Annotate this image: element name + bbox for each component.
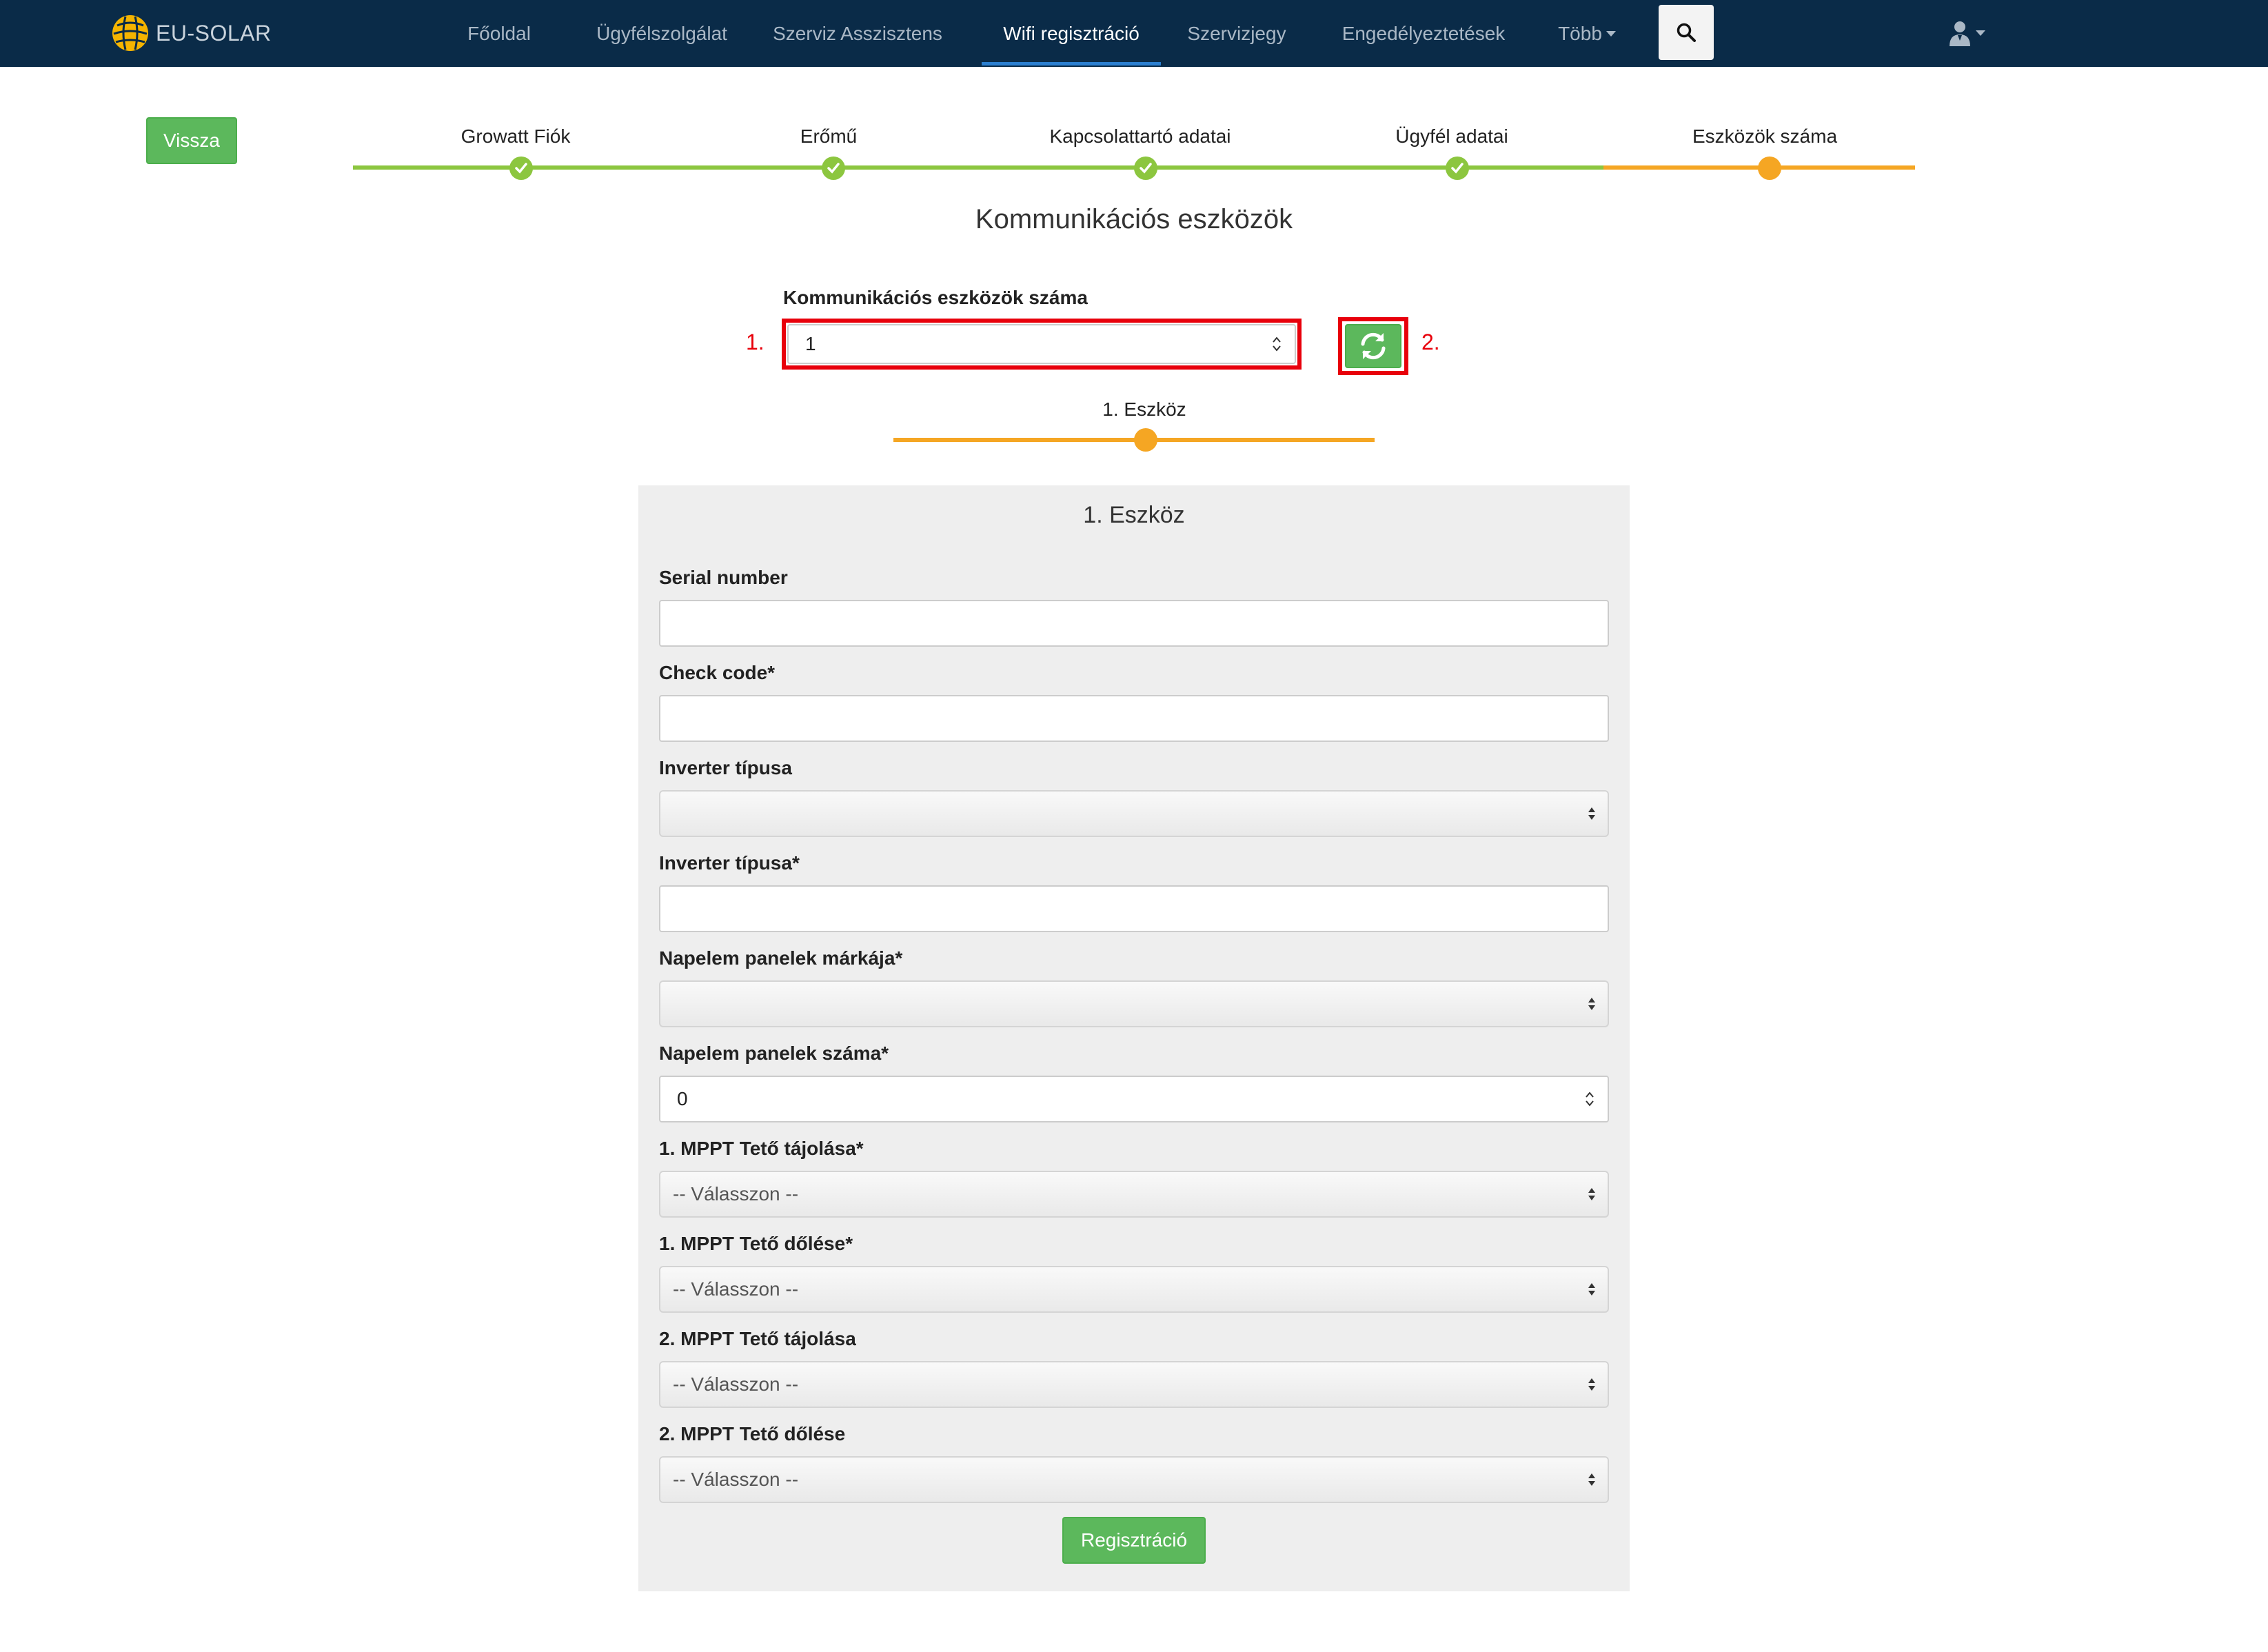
check-code-input[interactable]	[659, 695, 1609, 742]
mppt2-tilt-label: 2. MPPT Tető dőlése	[659, 1423, 846, 1444]
check-icon	[515, 163, 527, 174]
step-dot-done[interactable]	[1134, 157, 1157, 180]
annotation-step-2: 2.	[1421, 330, 1440, 354]
nav-item-szerviz-asszisztens[interactable]: Szerviz Asszisztens	[768, 0, 947, 67]
chevron-down-icon	[1606, 30, 1616, 37]
check-icon	[827, 163, 840, 174]
device-step-label: 1. Eszköz	[1102, 399, 1186, 420]
user-icon	[1950, 21, 1970, 46]
inverter-type-select[interactable]	[659, 790, 1609, 837]
mppt1-tilt-label: 1. MPPT Tető dőlése*	[659, 1233, 853, 1254]
select-arrows-icon	[1588, 1473, 1595, 1486]
panel-count-input[interactable]: 0	[659, 1076, 1609, 1122]
brand[interactable]: EU-SOLAR	[110, 12, 272, 54]
annotation-step-1: 1.	[746, 330, 765, 354]
step-label-ugyfel-adatai: Ügyfél adatai	[1395, 125, 1508, 147]
device-count-value: 1	[805, 333, 816, 354]
panel-brand-label: Napelem panelek márkája*	[659, 947, 903, 969]
nav-item-szervizjegy[interactable]: Szervizjegy	[1182, 0, 1292, 67]
mppt2-orientation-select[interactable]: -- Válasszon --	[659, 1361, 1609, 1408]
nav-item-tobb-label: Több	[1558, 23, 1602, 44]
device-form-title: 1. Eszköz	[1083, 502, 1185, 528]
nav-item-ugyfelszolgalat[interactable]: Ügyfélszolgálat	[576, 0, 747, 67]
step-progress-done-line	[353, 165, 1603, 170]
mppt2-orientation-label: 2. MPPT Tető tájolása	[659, 1328, 856, 1349]
mppt1-orientation-label: 1. MPPT Tető tájolása*	[659, 1138, 864, 1159]
step-dot-current[interactable]	[1758, 157, 1781, 180]
eu-solar-logo-icon	[112, 15, 148, 51]
inverter-type-text-input[interactable]	[659, 885, 1609, 932]
panel-count-value: 0	[677, 1088, 688, 1109]
check-icon	[1140, 163, 1152, 174]
serial-number-input[interactable]	[659, 600, 1609, 647]
check-icon	[1451, 163, 1464, 174]
user-menu-dropdown[interactable]	[1948, 17, 1985, 50]
search-icon	[1677, 23, 1696, 42]
mppt1-orientation-value: -- Válasszon --	[673, 1183, 799, 1205]
select-arrows-icon	[1588, 807, 1595, 820]
active-tab-indicator	[982, 62, 1161, 66]
nav-item-wifi-regisztracio[interactable]: Wifi regisztráció	[982, 0, 1161, 67]
mppt1-tilt-select[interactable]: -- Válasszon --	[659, 1266, 1609, 1313]
brand-name: EU-SOLAR	[156, 20, 272, 46]
section-title: Kommunikációs eszközök	[975, 204, 1293, 234]
select-arrows-icon	[1588, 1188, 1595, 1200]
panel-brand-select[interactable]	[659, 980, 1609, 1027]
mppt2-tilt-value: -- Válasszon --	[673, 1469, 799, 1490]
inverter-type-text-label: Inverter típusa*	[659, 852, 800, 874]
select-arrows-icon	[1588, 998, 1595, 1010]
device-step-dot-current[interactable]	[1134, 428, 1157, 452]
mppt1-tilt-value: -- Válasszon --	[673, 1278, 799, 1300]
mppt2-orientation-value: -- Válasszon --	[673, 1373, 799, 1395]
step-label-kapcsolattarto: Kapcsolattartó adatai	[1049, 125, 1231, 147]
step-label-eromu: Erőmű	[800, 125, 858, 147]
step-label-eszkozok-szama: Eszközök száma	[1692, 125, 1838, 147]
chevron-down-icon	[1976, 30, 1985, 36]
refresh-button[interactable]	[1345, 324, 1401, 368]
top-navbar: EU-SOLAR Főoldal Ügyfélszolgálat Szerviz…	[0, 0, 2268, 67]
number-spinner-icon[interactable]	[1271, 334, 1282, 354]
select-arrows-icon	[1588, 1283, 1595, 1296]
number-spinner-icon[interactable]	[1584, 1089, 1595, 1109]
refresh-icon	[1361, 332, 1386, 360]
device-count-label: Kommunikációs eszközök száma	[783, 287, 1088, 308]
device-count-input[interactable]: 1	[787, 324, 1296, 364]
step-dot-done[interactable]	[509, 157, 533, 180]
register-button[interactable]: Regisztráció	[1062, 1517, 1206, 1564]
serial-number-label: Serial number	[659, 567, 788, 588]
device-form-panel: 1. Eszköz Serial number Check code* Inve…	[638, 485, 1630, 1591]
step-dot-done[interactable]	[1446, 157, 1469, 180]
mppt1-orientation-select[interactable]: -- Válasszon --	[659, 1171, 1609, 1218]
step-dot-done[interactable]	[822, 157, 845, 180]
step-label-growatt-fiok: Growatt Fiók	[460, 125, 571, 147]
nav-item-fooldal[interactable]: Főoldal	[452, 0, 546, 67]
inverter-type-select-label: Inverter típusa	[659, 757, 792, 778]
back-button[interactable]: Vissza	[146, 117, 237, 164]
nav-item-engedelyeztetesek[interactable]: Engedélyeztetések	[1330, 0, 1517, 67]
nav-item-tobb-dropdown[interactable]: Több	[1552, 0, 1621, 67]
search-button[interactable]	[1659, 5, 1714, 60]
panel-count-label: Napelem panelek száma*	[659, 1042, 889, 1064]
select-arrows-icon	[1588, 1378, 1595, 1391]
check-code-label: Check code*	[659, 662, 776, 683]
mppt2-tilt-select[interactable]: -- Válasszon --	[659, 1456, 1609, 1503]
